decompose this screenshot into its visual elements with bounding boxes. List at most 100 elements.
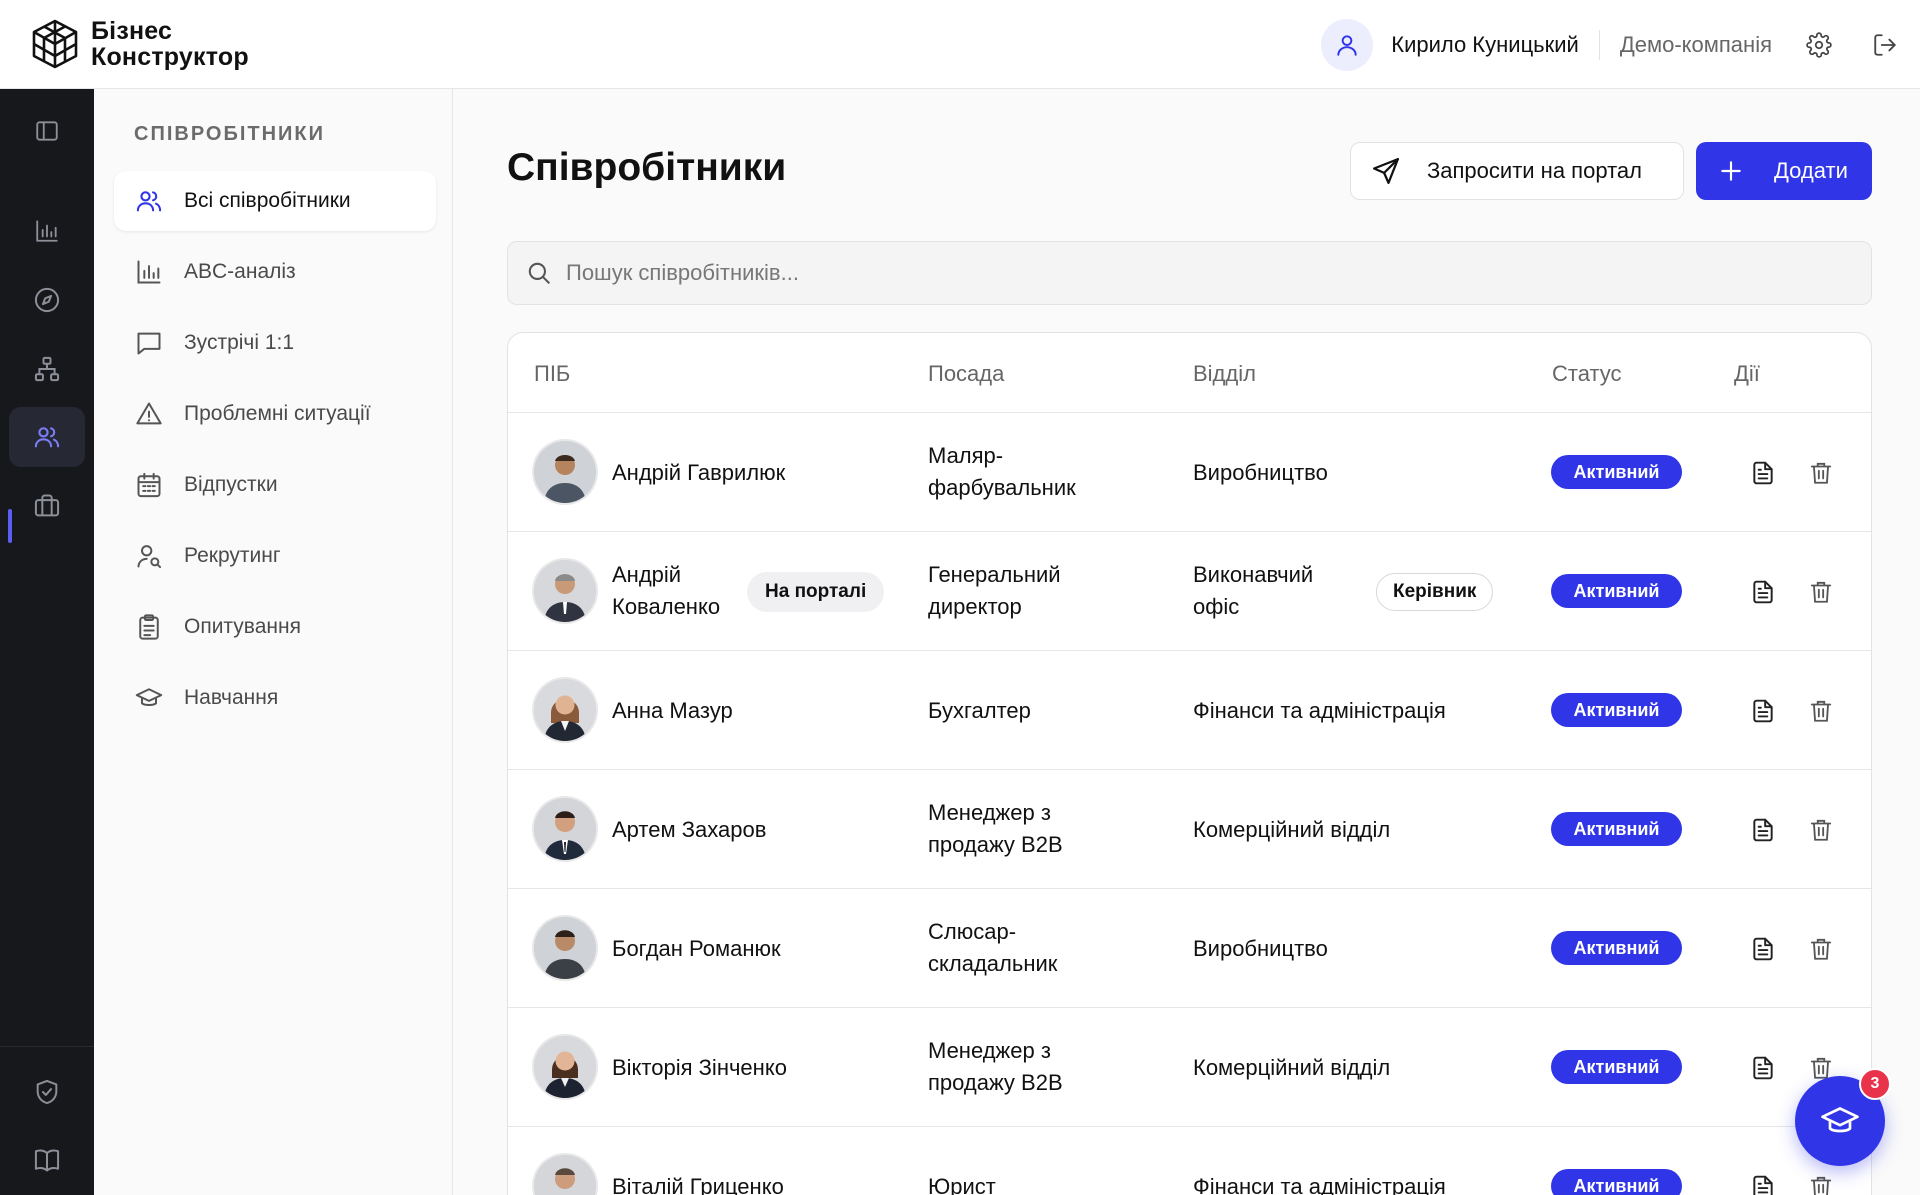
- manager-badge: Керівник: [1376, 573, 1494, 611]
- subnav-item-abc-analysis[interactable]: ABC-аналіз: [114, 242, 436, 302]
- status-badge: Активний: [1551, 693, 1682, 727]
- view-document-button[interactable]: [1748, 458, 1778, 488]
- column-header-actions: Дії: [1734, 361, 1760, 386]
- position-line: складальник: [928, 951, 1058, 976]
- employee-department: Комерційний відділ: [1193, 817, 1391, 842]
- table-row[interactable]: Вікторія Зінченко Менеджер з продажу B2B…: [508, 1008, 1871, 1127]
- rail-toggle-sidebar[interactable]: [9, 101, 85, 161]
- employee-name[interactable]: Вікторія Зінченко: [612, 1052, 787, 1084]
- user-icon: [1337, 34, 1357, 56]
- column-header-name[interactable]: ПІБ: [534, 361, 570, 387]
- delete-button[interactable]: [1806, 934, 1836, 964]
- status-badge: Активний: [1551, 455, 1682, 489]
- delete-button[interactable]: [1806, 1172, 1836, 1195]
- document-icon: [1753, 699, 1773, 723]
- delete-button[interactable]: [1806, 696, 1836, 726]
- view-document-button[interactable]: [1748, 577, 1778, 607]
- subnav-item-problems[interactable]: Проблемні ситуації: [114, 384, 436, 444]
- document-icon: [1753, 1175, 1773, 1195]
- add-employee-button[interactable]: Додати: [1696, 142, 1872, 200]
- search-input[interactable]: [566, 260, 1766, 286]
- position-line: Менеджер з: [928, 1038, 1051, 1063]
- subnav-item-label: Рекрутинг: [184, 544, 281, 567]
- department-line: офіс: [1193, 594, 1240, 619]
- avatar: [534, 798, 596, 860]
- status-badge: Активний: [1551, 812, 1682, 846]
- delete-button[interactable]: [1806, 577, 1836, 607]
- company-name[interactable]: Демо-компанія: [1620, 32, 1772, 58]
- document-icon: [1753, 937, 1773, 961]
- brand-logo[interactable]: Бізнес Конструктор: [27, 16, 249, 72]
- icon-rail: [0, 89, 94, 1195]
- table-row[interactable]: Богдан Романюк Слюсар- складальник Вироб…: [508, 889, 1871, 1008]
- rail-business[interactable]: [9, 476, 85, 536]
- view-document-button[interactable]: [1748, 1172, 1778, 1195]
- search-icon: [528, 262, 550, 284]
- rail-knowledge-base[interactable]: [9, 1130, 85, 1190]
- employee-name[interactable]: Артем Захаров: [612, 814, 766, 846]
- table-row[interactable]: Андрій Гаврилюк Маляр- фарбувальник Виро…: [508, 413, 1871, 532]
- status-badge: Активний: [1551, 1050, 1682, 1084]
- users-icon: [134, 186, 164, 216]
- view-document-button[interactable]: [1748, 1053, 1778, 1083]
- employee-search[interactable]: [507, 241, 1872, 305]
- subnav-item-training[interactable]: Навчання: [114, 668, 436, 728]
- add-button-label: Додати: [1774, 158, 1848, 183]
- column-header-position[interactable]: Посада: [928, 361, 1004, 387]
- trash-icon: [1810, 819, 1832, 841]
- view-document-button[interactable]: [1748, 696, 1778, 726]
- column-header-department[interactable]: Відділ: [1193, 361, 1256, 387]
- employee-name[interactable]: Віталій Гриценко: [612, 1171, 784, 1195]
- document-icon: [1753, 461, 1773, 485]
- subnav-item-label: Всі співробітники: [184, 189, 351, 212]
- employee-department: Фінанси та адміністрація: [1193, 1174, 1446, 1195]
- avatar: [534, 679, 596, 741]
- employee-position: Юрист: [928, 1174, 996, 1195]
- table-row[interactable]: Віталій Гриценко Юрист Фінанси та адміні…: [508, 1127, 1871, 1195]
- department-line: Виконавчий: [1193, 562, 1314, 587]
- delete-button[interactable]: [1806, 815, 1836, 845]
- subnav-item-all-employees[interactable]: Всі співробітники: [114, 171, 436, 231]
- employee-name[interactable]: Андрій Коваленко: [612, 559, 720, 623]
- rail-security[interactable]: [9, 1062, 85, 1122]
- position-line: продажу B2B: [928, 1070, 1063, 1095]
- portal-badge: На порталі: [747, 572, 885, 612]
- rail-employees[interactable]: [9, 407, 85, 467]
- column-header-status[interactable]: Статус: [1552, 361, 1622, 387]
- avatar: [534, 1036, 596, 1098]
- subnav-item-vacations[interactable]: Відпустки: [114, 455, 436, 515]
- logout-button[interactable]: [1870, 30, 1900, 60]
- settings-button[interactable]: [1804, 30, 1834, 60]
- avatar: [534, 1155, 596, 1195]
- table-row[interactable]: Артем Захаров Менеджер з продажу B2B Ком…: [508, 770, 1871, 889]
- subnav-item-meetings[interactable]: Зустрічі 1:1: [114, 313, 436, 373]
- employee-name[interactable]: Андрій Гаврилюк: [612, 457, 785, 489]
- avatar: [534, 441, 596, 503]
- status-badge: Активний: [1551, 1169, 1682, 1195]
- view-document-button[interactable]: [1748, 934, 1778, 964]
- invite-to-portal-button[interactable]: Запросити на портал: [1350, 142, 1684, 200]
- trash-icon: [1810, 938, 1832, 960]
- table-row[interactable]: Анна Мазур Бухгалтер Фінанси та адмініст…: [508, 651, 1871, 770]
- employee-department: Фінанси та адміністрація: [1193, 698, 1446, 723]
- users-icon: [34, 427, 60, 448]
- table-row[interactable]: Андрій Коваленко На порталі Генеральний …: [508, 532, 1871, 651]
- trash-icon: [1810, 462, 1832, 484]
- invite-button-label: Запросити на портал: [1427, 158, 1642, 183]
- employee-position: Слюсар- складальник: [928, 916, 1057, 980]
- delete-button[interactable]: [1806, 458, 1836, 488]
- user-name[interactable]: Кирило Куницький: [1391, 32, 1579, 58]
- brand-line-2: Конструктор: [91, 43, 249, 71]
- subnav-item-surveys[interactable]: Опитування: [114, 597, 436, 657]
- view-document-button[interactable]: [1748, 815, 1778, 845]
- position-line: продажу B2B: [928, 832, 1063, 857]
- position-line: Генеральний: [928, 562, 1061, 587]
- rail-analytics[interactable]: [9, 201, 85, 261]
- send-icon: [1373, 158, 1399, 184]
- rail-structure[interactable]: [9, 339, 85, 399]
- rail-navigation[interactable]: [9, 270, 85, 330]
- subnav-item-recruiting[interactable]: Рекрутинг: [114, 526, 436, 586]
- user-avatar[interactable]: [1321, 18, 1374, 71]
- employee-name[interactable]: Богдан Романюк: [612, 933, 781, 965]
- employee-name[interactable]: Анна Мазур: [612, 695, 733, 727]
